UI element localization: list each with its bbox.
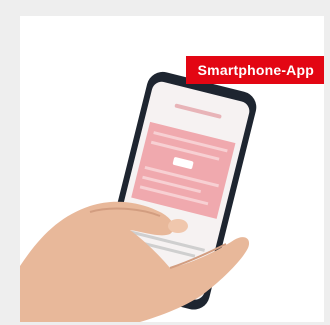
smartphone-app-badge: Smartphone-App	[185, 56, 324, 84]
thumb-tip	[168, 219, 188, 233]
image-frame: Smartphone-App	[0, 0, 330, 325]
product-image-card: Smartphone-App	[20, 16, 324, 322]
